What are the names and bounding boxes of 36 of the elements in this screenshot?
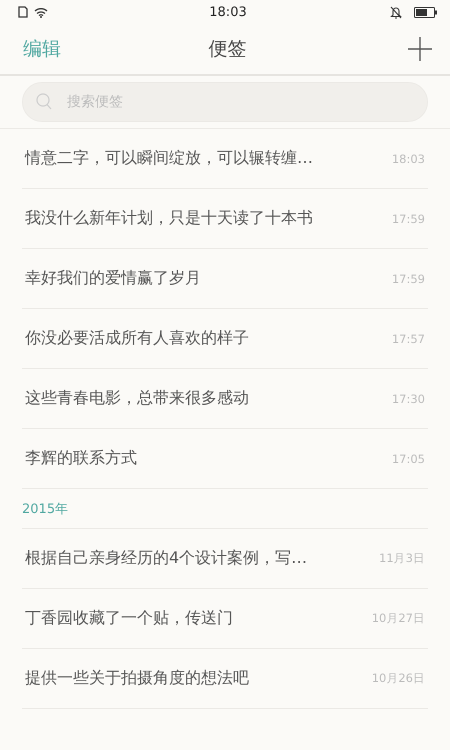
note-time: 17:59 — [392, 272, 425, 286]
note-title: 提供一些关于拍摄角度的想法吧 — [25, 668, 249, 689]
note-time: 17:59 — [392, 212, 425, 226]
note-time: 10月26日 — [372, 671, 425, 686]
plus-icon — [408, 37, 432, 61]
note-row[interactable]: 幸好我们的爱情赢了岁月 17:59 — [22, 249, 428, 309]
note-title: 我没什么新年计划，只是十天读了十本书 — [25, 208, 313, 229]
note-row[interactable]: 情意二字，可以瞬间绽放，可以辗转缠… 18:03 — [22, 129, 428, 189]
bell-off-icon — [390, 6, 402, 18]
battery-icon — [414, 6, 438, 18]
note-time: 17:05 — [392, 452, 425, 466]
note-title: 幸好我们的爱情赢了岁月 — [25, 268, 201, 289]
note-title: 你没必要活成所有人喜欢的样子 — [25, 328, 249, 349]
note-row[interactable]: 提供一些关于拍摄角度的想法吧 10月26日 — [22, 649, 428, 709]
note-time: 18:03 — [392, 152, 425, 166]
note-row[interactable]: 你没必要活成所有人喜欢的样子 17:57 — [22, 309, 428, 369]
year-heading: 2015年 — [22, 500, 68, 518]
note-title: 根据自己亲身经历的4个设计案例，写… — [25, 548, 308, 569]
note-time: 11月3日 — [379, 551, 425, 566]
page-title: 便签 — [208, 37, 246, 62]
note-title: 丁香园收藏了一个贴，传送门 — [25, 608, 233, 629]
note-title: 这些青春电影，总带来很多感动 — [25, 388, 249, 409]
note-row[interactable]: 根据自己亲身经历的4个设计案例，写… 11月3日 — [22, 529, 428, 589]
note-row[interactable]: 这些青春电影，总带来很多感动 17:30 — [22, 369, 428, 429]
note-time: 17:30 — [392, 392, 425, 406]
clock-time: 18:03 — [209, 4, 247, 20]
note-row[interactable]: 我没什么新年计划，只是十天读了十本书 17:59 — [22, 189, 428, 249]
wifi-icon — [34, 6, 48, 18]
note-time: 10月27日 — [372, 611, 425, 626]
note-row[interactable]: 李辉的联系方式 17:05 — [22, 429, 428, 489]
search-icon — [36, 93, 52, 110]
note-row[interactable]: 丁香园收藏了一个贴，传送门 10月27日 — [22, 589, 428, 649]
note-time: 17:57 — [392, 332, 425, 346]
note-title: 情意二字，可以瞬间绽放，可以辗转缠… — [25, 148, 313, 169]
sim-card-icon — [18, 6, 28, 18]
note-title: 李辉的联系方式 — [25, 448, 137, 469]
